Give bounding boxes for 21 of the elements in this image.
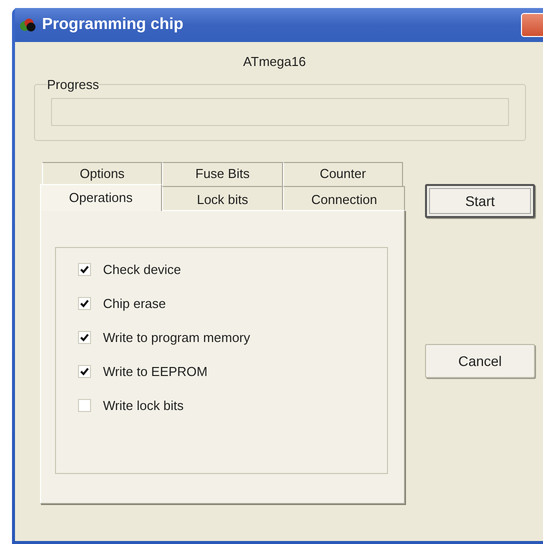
tab[interactable]: Fuse Bits xyxy=(162,162,283,186)
checkbox-label: Check device xyxy=(103,262,182,276)
chip-icon xyxy=(19,18,37,32)
checkbox-label: Write to EEPROM xyxy=(103,364,208,378)
window-title: Programming chip xyxy=(42,16,184,34)
checkbox[interactable] xyxy=(78,364,91,378)
checkbox[interactable] xyxy=(78,398,91,412)
checkbox-label: Write to program memory xyxy=(103,330,250,344)
start-button[interactable]: Start xyxy=(425,184,535,218)
checkbox[interactable] xyxy=(78,262,91,276)
group-label: Progress xyxy=(47,77,100,92)
tab[interactable]: Operations xyxy=(40,184,162,211)
checkbox[interactable] xyxy=(78,330,91,344)
close-button[interactable] xyxy=(521,13,543,37)
tab[interactable]: Options xyxy=(42,162,162,186)
tab[interactable]: Counter xyxy=(282,162,403,186)
device-name: ATmega16 xyxy=(242,54,307,69)
checkbox[interactable] xyxy=(78,296,91,310)
checkbox-label: Chip erase xyxy=(103,296,166,310)
cancel-button[interactable]: Cancel xyxy=(425,344,535,378)
checkbox-label: Write lock bits xyxy=(103,398,184,412)
